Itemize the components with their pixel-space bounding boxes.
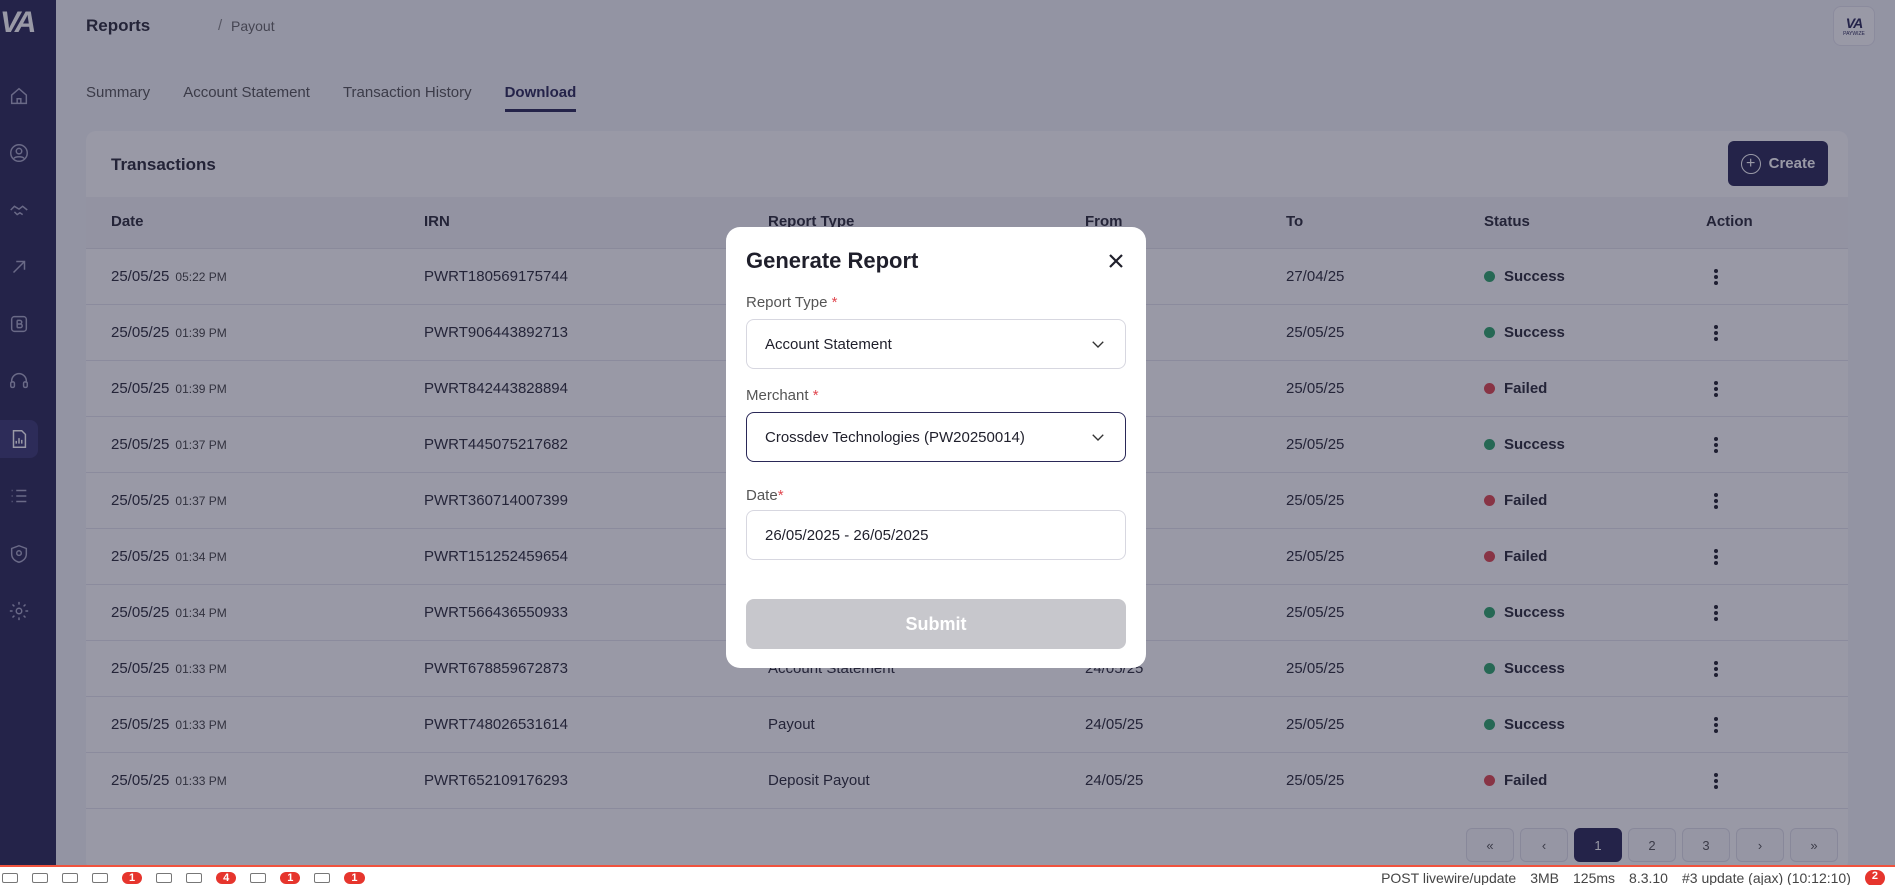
debug-bar-tabs: 1 4 1 1: [0, 872, 365, 884]
merchant-value: Crossdev Technologies (PW20250014): [765, 428, 1025, 446]
debug-version: 8.3.10: [1629, 870, 1668, 885]
chevron-down-icon: [1092, 434, 1104, 441]
required-mark: *: [777, 487, 784, 504]
debug-memory: 3MB: [1530, 870, 1560, 885]
models-icon[interactable]: [250, 873, 267, 883]
debug-request: POST livewire/update: [1381, 870, 1517, 885]
merchant-label-text: Merchant: [746, 387, 809, 404]
debug-badge: 4: [216, 872, 237, 884]
date-label: Date*: [746, 487, 784, 504]
report-type-select[interactable]: Account Statement: [746, 319, 1126, 369]
debug-request-select[interactable]: #3 update (ajax) (10:12:10): [1682, 870, 1851, 885]
debug-duration: 125ms: [1573, 870, 1616, 885]
merchant-label: Merchant *: [746, 387, 819, 404]
chevron-down-icon: [1092, 341, 1104, 348]
debug-badge: 1: [280, 872, 301, 884]
timeline-icon[interactable]: [62, 873, 78, 883]
debug-bar: 1 4 1 1 POST livewire/update 3MB 125ms 8…: [0, 865, 1895, 885]
livewire-icon[interactable]: [314, 873, 331, 883]
exceptions-icon[interactable]: [92, 873, 108, 883]
required-mark: *: [831, 294, 838, 311]
report-type-label-text: Report Type: [746, 294, 828, 311]
required-mark: *: [812, 387, 819, 404]
submit-button[interactable]: Submit: [746, 599, 1126, 649]
debug-bar-info: POST livewire/update 3MB 125ms 8.3.10 #3…: [1381, 870, 1885, 885]
modal-title: Generate Report: [746, 248, 919, 273]
date-label-text: Date: [746, 487, 778, 504]
date-range-input[interactable]: 26/05/2025 - 26/05/2025: [746, 510, 1126, 560]
debug-logo-icon[interactable]: [2, 873, 18, 883]
debug-badge: 2: [1864, 870, 1885, 885]
merchant-select[interactable]: Crossdev Technologies (PW20250014): [746, 412, 1126, 462]
report-type-value: Account Statement: [765, 335, 892, 353]
debug-badge: 1: [122, 872, 143, 884]
date-range-value: 26/05/2025 - 26/05/2025: [765, 526, 929, 544]
messages-icon[interactable]: [32, 873, 48, 883]
close-button[interactable]: [1106, 251, 1126, 271]
report-type-label: Report Type *: [746, 294, 837, 311]
queries-icon[interactable]: [186, 873, 203, 883]
route-icon[interactable]: [156, 873, 173, 883]
close-icon: [1109, 254, 1123, 268]
generate-report-modal: Generate Report Report Type * Account St…: [726, 227, 1146, 668]
debug-badge: 1: [344, 872, 365, 884]
